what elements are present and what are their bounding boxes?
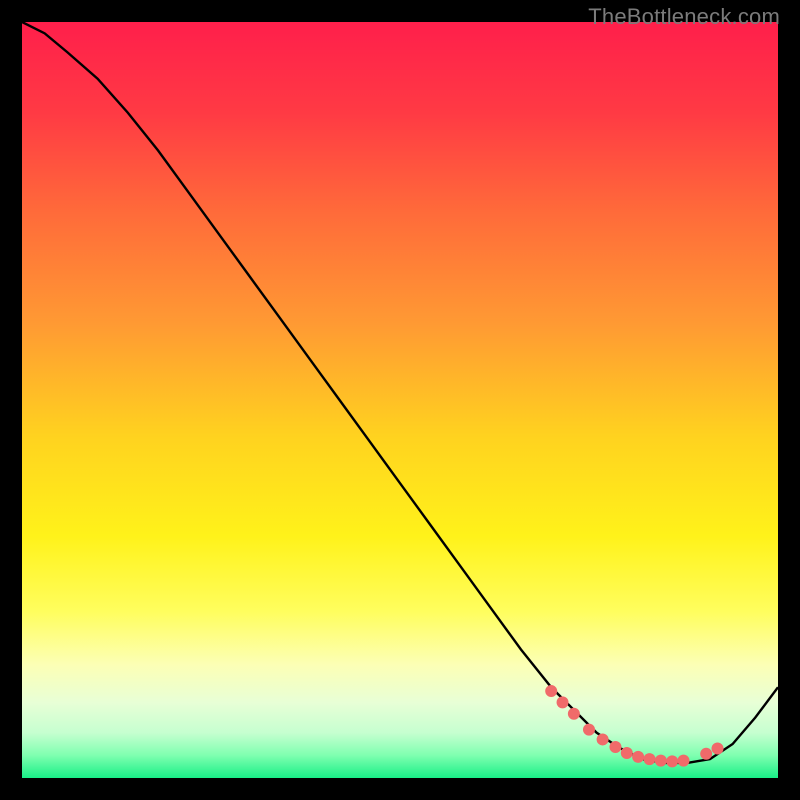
bottleneck-chart <box>22 22 778 778</box>
gradient-background <box>22 22 778 778</box>
trough-point <box>621 747 633 759</box>
trough-point <box>632 751 644 763</box>
trough-point <box>666 755 678 767</box>
trough-point <box>678 755 690 767</box>
trough-point <box>712 743 724 755</box>
trough-point <box>643 753 655 765</box>
trough-point <box>583 724 595 736</box>
trough-point <box>609 741 621 753</box>
trough-point <box>597 733 609 745</box>
trough-point <box>557 696 569 708</box>
chart-stage: TheBottleneck.com <box>0 0 800 800</box>
trough-point <box>545 685 557 697</box>
trough-point <box>568 708 580 720</box>
trough-point <box>700 748 712 760</box>
watermark-text: TheBottleneck.com <box>588 4 780 30</box>
trough-point <box>655 755 667 767</box>
